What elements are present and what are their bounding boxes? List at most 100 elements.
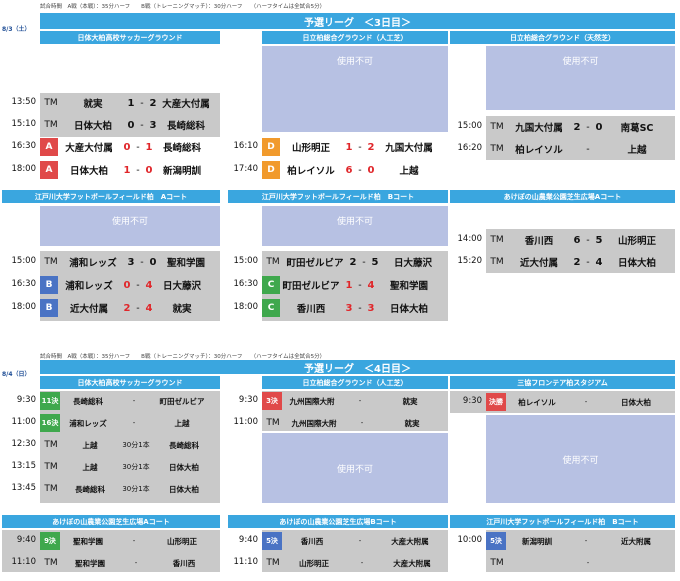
team-home: 香川西 xyxy=(296,304,326,315)
day1-venue-4: 江戸川大学フットボールフィールド柏 Aコート xyxy=(2,190,220,203)
score-home: 0 xyxy=(123,279,131,291)
team-away: 長崎総科 xyxy=(162,143,201,154)
score-dash: - xyxy=(586,256,590,268)
score-dash: - xyxy=(362,256,366,268)
team-home: 長崎総科 xyxy=(73,396,103,406)
round-badge: 3決 xyxy=(262,392,282,410)
round-badge: 9決 xyxy=(40,532,60,550)
score-away: 5 xyxy=(595,234,603,246)
tm-label: TM xyxy=(44,120,58,130)
match-time: 16:20 xyxy=(457,143,483,153)
match-time: 15:00 xyxy=(457,121,483,131)
team-away: 上越 xyxy=(174,418,190,428)
match-format: - xyxy=(358,537,362,545)
team-away: 日体大柏 xyxy=(169,462,199,472)
match-row: TM 就実 1-2 大産大付属 xyxy=(40,94,212,112)
team-home: 長崎総科 xyxy=(75,484,105,494)
match-row: 決勝 柏レイソル - 日体大柏 xyxy=(486,393,668,411)
match-time: 16:10 xyxy=(233,141,259,151)
team-away: 就実 xyxy=(402,396,418,406)
team-home: 九州国際大附 xyxy=(291,418,337,428)
score-dash: - xyxy=(140,119,144,131)
match-row: C 香川西 3-3 日体大柏 xyxy=(262,299,440,317)
score-away: 3 xyxy=(367,302,375,314)
match-time: 18:00 xyxy=(11,302,37,312)
score-home: 6 xyxy=(345,164,353,176)
tm-label: TM xyxy=(44,257,58,267)
day2-venue-5: あけぼの山農業公園芝生広場Bコート xyxy=(228,515,448,528)
match-format: - xyxy=(584,398,588,406)
match-row: 3決 九州国際大附 - 就実 xyxy=(262,392,442,410)
match-time: 9:30 xyxy=(238,395,258,405)
match-row: TM 近大付属 2-4 日体大柏 xyxy=(486,253,668,271)
unavailable-block: 使用不可 xyxy=(486,415,675,503)
tm-label: TM xyxy=(44,558,58,568)
match-format: - xyxy=(360,419,364,427)
match-row: TM 九州国際大附 - 就実 xyxy=(262,414,444,432)
match-row: A 日体大柏 1-0 新潟明訓 xyxy=(40,161,208,179)
round-badge: 5決 xyxy=(486,532,506,550)
team-home: 聖和学園 xyxy=(73,536,103,546)
score-home: 3 xyxy=(127,256,135,268)
round-badge: D xyxy=(262,161,280,179)
match-format: - xyxy=(584,537,588,545)
match-time: 9:40 xyxy=(16,535,36,545)
round-badge: D xyxy=(262,138,280,156)
team-home: 柏レイソル xyxy=(518,397,556,407)
match-row: D 柏レイソル 6-0 上越 xyxy=(262,161,440,179)
day2-date: 8/4（日） xyxy=(2,371,31,378)
unavailable-block: 使用不可 xyxy=(486,46,675,110)
unavailable-label: 使用不可 xyxy=(562,455,599,466)
score-dash: - xyxy=(586,234,590,246)
score-away: 2 xyxy=(367,141,375,153)
day2-venue-4: あけぼの山農業公園芝生広場Aコート xyxy=(2,515,220,528)
round-badge: A xyxy=(40,161,58,179)
team-away: 新潟明訓 xyxy=(162,166,201,177)
team-home: 山形明正 xyxy=(291,143,330,154)
score-away: 4 xyxy=(145,302,153,314)
round-badge: 5決 xyxy=(262,532,282,550)
match-time: 15:20 xyxy=(457,256,483,266)
match-format: 30分1本 xyxy=(122,485,150,493)
tm-label: TM xyxy=(266,558,280,568)
match-time: 11:00 xyxy=(233,417,259,427)
score-away: 5 xyxy=(371,256,379,268)
day2-match-note: 試合時間 A戦（本戦）：35分ハーフ B戦（トレーニングマッチ）：30分ハーフ … xyxy=(40,354,326,360)
team-away: 日大藤沢 xyxy=(393,258,432,269)
score-dash: - xyxy=(136,141,140,153)
team-away: 就実 xyxy=(404,418,420,428)
score-home: 2 xyxy=(349,256,357,268)
match-format: 30分1本 xyxy=(122,441,150,449)
round-badge: B xyxy=(40,299,58,317)
team-home: 町田ゼルビア xyxy=(286,258,344,269)
team-away: 九国大付属 xyxy=(385,143,433,154)
team-home: 香川西 xyxy=(524,236,554,247)
match-time: 16:30 xyxy=(233,279,259,289)
match-format: - xyxy=(132,537,136,545)
team-away: 日体大柏 xyxy=(169,484,199,494)
tm-label: TM xyxy=(490,257,504,267)
team-home: 浦和レッズ xyxy=(69,258,117,269)
score-dash: - xyxy=(140,256,144,268)
match-time: 18:00 xyxy=(11,164,37,174)
tm-label: TM xyxy=(266,257,280,267)
match-time: 13:50 xyxy=(11,97,37,107)
match-row: TM 柏レイソル - 上越 xyxy=(486,140,668,158)
unavailable-label: 使用不可 xyxy=(562,57,599,67)
team-away: 就実 xyxy=(172,304,192,315)
match-format: - xyxy=(132,419,136,427)
team-home: 町田ゼルビア xyxy=(282,281,340,292)
round-badge: 決勝 xyxy=(486,393,506,411)
round-badge: C xyxy=(262,276,280,294)
team-away: 上越 xyxy=(399,166,419,177)
match-row: TM 山形明正 - 大産大附属 xyxy=(262,554,444,572)
match-row: B 近大付属 2-4 就実 xyxy=(40,299,208,317)
match-format: 30分1本 xyxy=(122,463,150,471)
day1-league-header: 予選リーグ ＜3日目＞ xyxy=(40,13,675,29)
match-row: TM 香川西 6-5 山形明正 xyxy=(486,231,668,249)
team-home: 柏レイソル xyxy=(287,166,335,177)
team-away: 長崎総科 xyxy=(169,440,199,450)
match-time: 13:45 xyxy=(11,483,37,493)
tm-label: TM xyxy=(490,122,504,132)
score-away: 3 xyxy=(149,119,157,131)
